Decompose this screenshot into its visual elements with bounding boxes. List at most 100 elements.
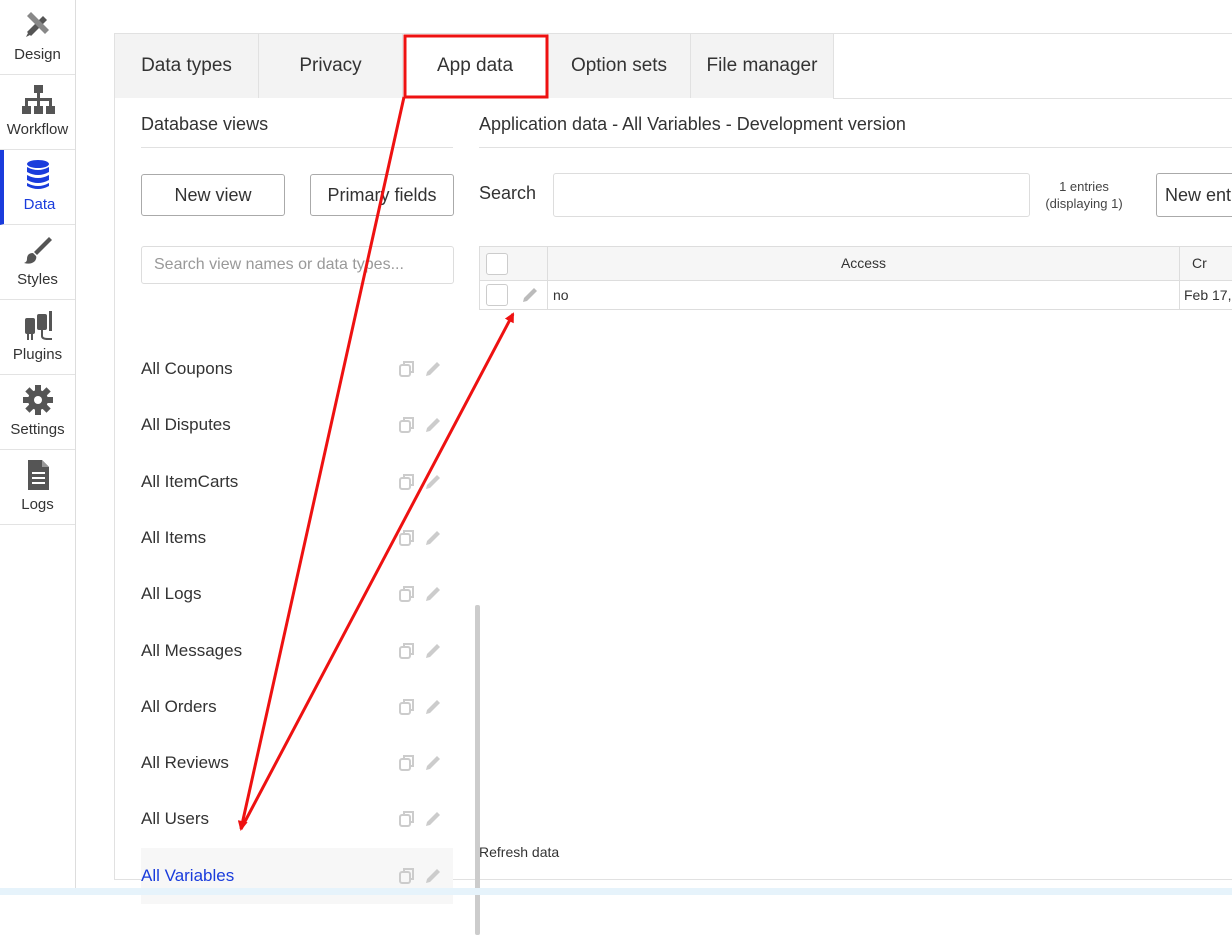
view-actions <box>397 697 443 717</box>
view-actions <box>397 528 443 548</box>
edit-pencil-icon[interactable] <box>423 359 443 379</box>
database-icon <box>27 160 49 189</box>
divider <box>479 147 1232 148</box>
edit-pencil-icon[interactable] <box>423 641 443 661</box>
edit-pencil-icon[interactable] <box>423 753 443 773</box>
view-list-item-label: All Messages <box>141 640 243 660</box>
copy-icon[interactable] <box>397 584 417 604</box>
edit-pencil-icon[interactable] <box>423 472 443 492</box>
primary-fields-button[interactable]: Primary fields <box>310 174 454 216</box>
nav-settings-label: Settings <box>10 421 65 438</box>
data-tab-bar: Data types Privacy App data Option sets … <box>115 34 834 98</box>
tab-option-sets[interactable]: Option sets <box>548 34 691 98</box>
nav-design[interactable]: Design <box>0 0 75 75</box>
app-data-title: Application data - All Variables - Devel… <box>479 114 906 134</box>
edit-pencil-icon[interactable] <box>423 415 443 435</box>
nav-logs[interactable]: Logs <box>0 450 75 525</box>
tab-data-types[interactable]: Data types <box>115 34 259 98</box>
view-list-item[interactable]: All Users <box>141 791 453 847</box>
view-actions <box>397 753 443 773</box>
edit-pencil-icon[interactable] <box>423 697 443 717</box>
database-views-pane: Database views New view Primary fields S… <box>141 98 480 935</box>
column-divider <box>1179 280 1180 310</box>
view-list-item[interactable]: All Variables <box>141 847 453 904</box>
copy-icon[interactable] <box>397 415 417 435</box>
view-list-item[interactable]: All Orders <box>141 679 453 735</box>
workflow-icon <box>22 85 55 114</box>
app-sidebar: Design Workflow Data Styles Plugins Sett… <box>0 0 76 895</box>
view-list-item[interactable]: All Items <box>141 510 453 566</box>
plugin-icon <box>25 311 52 340</box>
view-list-item[interactable]: All Reviews <box>141 735 453 791</box>
nav-design-label: Design <box>14 46 61 63</box>
view-list-item[interactable]: All ItemCarts <box>141 454 453 510</box>
cell-created[interactable]: Feb 17, <box>1184 287 1231 303</box>
edit-pencil-icon[interactable] <box>423 528 443 548</box>
copy-icon[interactable] <box>397 359 417 379</box>
nav-plugins[interactable]: Plugins <box>0 300 75 375</box>
table-row: no Feb 17, <box>480 280 1232 310</box>
table-header: Access Cr <box>480 247 1232 281</box>
brush-icon <box>24 237 52 264</box>
nav-settings[interactable]: Settings <box>0 375 75 450</box>
nav-styles[interactable]: Styles <box>0 225 75 300</box>
entries-displaying-line: (displaying 1) <box>1045 196 1123 211</box>
copy-icon[interactable] <box>397 753 417 773</box>
view-actions <box>397 359 443 379</box>
view-actions <box>397 641 443 661</box>
view-list-item-label: All Coupons <box>141 359 233 378</box>
tab-file-manager[interactable]: File manager <box>691 34 834 98</box>
entry-search-input[interactable] <box>553 173 1030 217</box>
copy-icon[interactable] <box>397 809 417 829</box>
tab-strip-divider <box>833 34 1232 99</box>
new-entry-button[interactable]: New ent <box>1156 173 1232 217</box>
cell-access[interactable]: no <box>553 287 569 303</box>
copy-icon[interactable] <box>397 528 417 548</box>
tab-privacy[interactable]: Privacy <box>259 34 403 98</box>
edit-pencil-icon[interactable] <box>423 866 443 886</box>
column-header-access[interactable]: Access <box>548 255 1179 271</box>
copy-icon[interactable] <box>397 866 417 886</box>
column-header-created[interactable]: Cr <box>1192 255 1207 271</box>
edit-pencil-icon[interactable] <box>423 584 443 604</box>
view-list-item[interactable]: All Logs <box>141 566 453 622</box>
nav-workflow[interactable]: Workflow <box>0 75 75 150</box>
entries-count: 1 entries (displaying 1) <box>1034 178 1134 212</box>
entries-count-line: 1 entries <box>1059 179 1109 194</box>
view-list-item-label: All Logs <box>141 584 202 604</box>
view-list-item-label: All Items <box>141 527 207 547</box>
view-actions <box>397 809 443 829</box>
view-actions <box>397 472 443 492</box>
view-list-item[interactable]: All Coupons <box>141 341 453 397</box>
view-list-item-label: All ItemCarts <box>141 471 239 491</box>
view-list-item[interactable]: All Disputes <box>141 397 453 453</box>
edit-pencil-icon[interactable] <box>520 285 540 305</box>
select-all-checkbox[interactable] <box>486 253 508 275</box>
view-search-input[interactable]: Search view names or data types... <box>141 246 454 284</box>
copy-icon[interactable] <box>397 697 417 717</box>
view-actions <box>397 415 443 435</box>
nav-workflow-label: Workflow <box>6 121 69 138</box>
edit-pencil-icon[interactable] <box>423 809 443 829</box>
copy-icon[interactable] <box>397 641 417 661</box>
search-label: Search <box>479 183 537 203</box>
view-list-item[interactable]: All Messages <box>141 623 453 679</box>
view-list-item-label: All Users <box>141 809 210 829</box>
new-view-button[interactable]: New view <box>141 174 285 216</box>
view-list-item-label: All Orders <box>141 696 217 716</box>
refresh-data-link[interactable]: Refresh data <box>479 844 559 860</box>
design-icon <box>26 12 49 37</box>
nav-data[interactable]: Data <box>0 150 75 225</box>
nav-data-label: Data <box>23 196 56 213</box>
app-data-pane: Application data - All Variables - Devel… <box>479 98 1232 878</box>
view-list-item-label: All Reviews <box>141 753 229 773</box>
bottom-status-strip <box>0 888 1232 895</box>
tab-app-data[interactable]: App data <box>403 34 548 98</box>
row-checkbox[interactable] <box>486 284 508 306</box>
nav-plugins-label: Plugins <box>12 346 63 363</box>
column-divider <box>547 280 548 310</box>
copy-icon[interactable] <box>397 472 417 492</box>
data-panel: Data types Privacy App data Option sets … <box>114 33 1232 935</box>
gear-icon <box>23 385 53 415</box>
view-actions <box>397 584 443 604</box>
